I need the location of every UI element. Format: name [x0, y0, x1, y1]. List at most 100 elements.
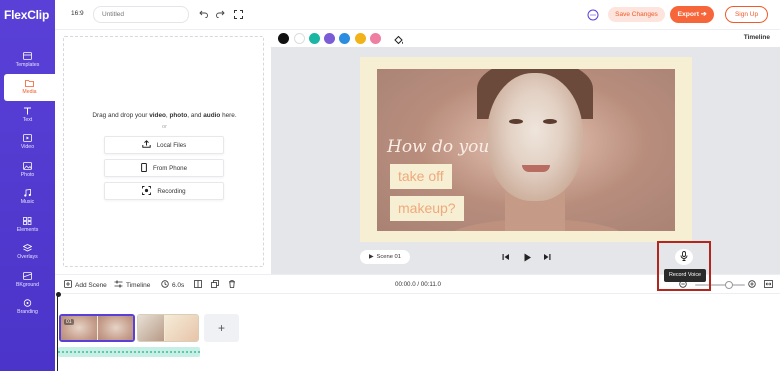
sidebar-item-label: Text — [22, 116, 33, 123]
delete-icon[interactable] — [228, 280, 236, 288]
sidebar-item-branding[interactable]: Branding — [0, 294, 55, 322]
color-swatch-blue[interactable] — [339, 33, 350, 44]
sidebar-item-label: Branding — [17, 309, 38, 316]
local-files-button[interactable]: Local Files — [104, 136, 224, 154]
save-changes-button[interactable]: Save Changes — [608, 7, 665, 22]
video-canvas[interactable]: How do you take off makeup? — [360, 57, 692, 242]
sidebar-item-photo[interactable]: Photo — [0, 156, 55, 184]
clock-icon — [161, 280, 169, 290]
photo-mouth — [522, 165, 550, 172]
arrow-right-icon: ➔ — [700, 11, 707, 18]
sidebar-item-media[interactable]: Media — [4, 73, 55, 101]
drop-text-prefix: Drag and drop your — [92, 112, 148, 119]
aspect-ratio-selector[interactable]: 16:9 — [71, 10, 84, 17]
undo-icon[interactable] — [198, 9, 208, 19]
color-palette-bar: Timeline — [271, 30, 780, 47]
clip-number: 01 — [64, 319, 74, 325]
timeline-icon — [114, 280, 123, 290]
upload-icon — [142, 140, 151, 150]
sidebar-item-label: Templates — [15, 61, 40, 68]
photo-eye-right — [543, 119, 557, 124]
duration-label: 6.0s — [172, 281, 185, 289]
color-swatch-pink[interactable] — [370, 33, 381, 44]
sidebar-item-elements[interactable]: Elements — [0, 211, 55, 239]
text-box-take-off[interactable]: take off — [390, 164, 452, 189]
branding-icon — [23, 299, 32, 307]
zoom-slider-handle[interactable] — [725, 281, 733, 289]
scene-duration[interactable]: 6.0s — [161, 280, 184, 290]
play-small-icon: ▶ — [369, 254, 374, 260]
sidebar-item-text[interactable]: Text — [0, 101, 55, 129]
sidebar-item-music[interactable]: Music — [0, 184, 55, 212]
fit-timeline-icon[interactable] — [764, 280, 773, 288]
video-icon — [23, 134, 32, 143]
scene-clip-1[interactable]: 01 — [59, 314, 135, 342]
color-swatch-purple[interactable] — [324, 33, 335, 44]
duplicate-icon[interactable] — [211, 280, 219, 288]
project-title-input[interactable] — [93, 6, 189, 23]
drop-text-video: video — [149, 112, 166, 119]
record-icon — [142, 185, 152, 197]
timeline-button[interactable]: Timeline — [114, 280, 150, 290]
scene-photo: How do you take off makeup? — [377, 69, 675, 231]
from-phone-button[interactable]: From Phone — [104, 159, 224, 177]
elements-icon — [23, 216, 32, 225]
export-label: Export — [677, 11, 699, 18]
playhead[interactable] — [56, 292, 61, 371]
recording-button[interactable]: Recording — [104, 182, 224, 200]
split-icon[interactable] — [194, 280, 202, 288]
clip-thumbnail — [165, 315, 198, 341]
audio-waveform — [58, 351, 200, 353]
script-text[interactable]: How do you — [387, 137, 489, 157]
audio-track[interactable] — [58, 347, 200, 357]
color-swatch-white[interactable] — [294, 33, 305, 44]
playhead-handle[interactable] — [56, 292, 61, 297]
add-scene-button[interactable]: Add Scene — [64, 280, 107, 290]
sidebar-item-templates[interactable]: Templates — [0, 46, 55, 74]
scene-selector[interactable]: ▶ Scene 01 — [360, 250, 410, 264]
sidebar-item-label: Video — [20, 144, 35, 151]
photo-face-shape — [487, 73, 583, 201]
flexclip-editor: FlexClip Templates Media Text Video Phot… — [0, 0, 780, 371]
play-icon[interactable] — [522, 252, 532, 262]
photo-eye-left — [509, 119, 523, 124]
drop-text-audio: audio — [203, 112, 221, 119]
text-box-makeup[interactable]: makeup? — [390, 196, 464, 221]
sidebar-item-video[interactable]: Video — [0, 129, 55, 157]
next-scene-icon[interactable] — [542, 252, 552, 262]
add-scene-label: Add Scene — [75, 281, 107, 289]
plus-icon: + — [217, 321, 225, 335]
color-swatch-yellow[interactable] — [355, 33, 366, 44]
timeline-button-label: Timeline — [126, 281, 151, 289]
add-scene-tile[interactable]: + — [204, 314, 239, 342]
previous-scene-icon[interactable] — [501, 252, 511, 262]
timeline-track-area[interactable]: 01 + — [55, 292, 780, 371]
from-phone-label: From Phone — [152, 164, 188, 172]
color-swatch-teal[interactable] — [309, 33, 320, 44]
zoom-in-icon[interactable] — [748, 280, 756, 288]
local-files-label: Local Files — [156, 141, 187, 149]
fullscreen-icon[interactable] — [233, 9, 243, 19]
paint-bucket-icon[interactable] — [393, 33, 404, 45]
timeline-toggle[interactable]: Timeline — [744, 34, 770, 41]
redo-icon[interactable] — [215, 9, 225, 19]
chat-icon[interactable] — [587, 8, 599, 21]
sidebar-item-label: Elements — [16, 226, 39, 233]
sidebar-item-overlays[interactable]: Overlays — [0, 239, 55, 267]
export-button[interactable]: Export ➔ — [670, 6, 714, 23]
sidebar-item-label: Media — [22, 89, 37, 96]
color-swatch-black[interactable] — [278, 33, 289, 44]
media-drop-zone[interactable]: Drag and drop your video, photo, and aud… — [63, 36, 264, 267]
music-icon — [23, 189, 32, 197]
scene-label: Scene 01 — [376, 254, 401, 260]
drop-text-suffix: here. — [222, 112, 237, 119]
sidebar-item-label: Photo — [20, 171, 35, 178]
photo-icon — [23, 161, 32, 170]
sidebar-item-label: Overlays — [17, 254, 38, 261]
scene-clip-2[interactable] — [137, 314, 199, 342]
sidebar: FlexClip Templates Media Text Video Phot… — [0, 0, 55, 371]
highlight-box — [657, 241, 711, 291]
sidebar-item-bkground[interactable]: BKground — [0, 266, 55, 294]
sign-up-button[interactable]: Sign Up — [725, 6, 768, 23]
phone-icon — [141, 162, 147, 174]
